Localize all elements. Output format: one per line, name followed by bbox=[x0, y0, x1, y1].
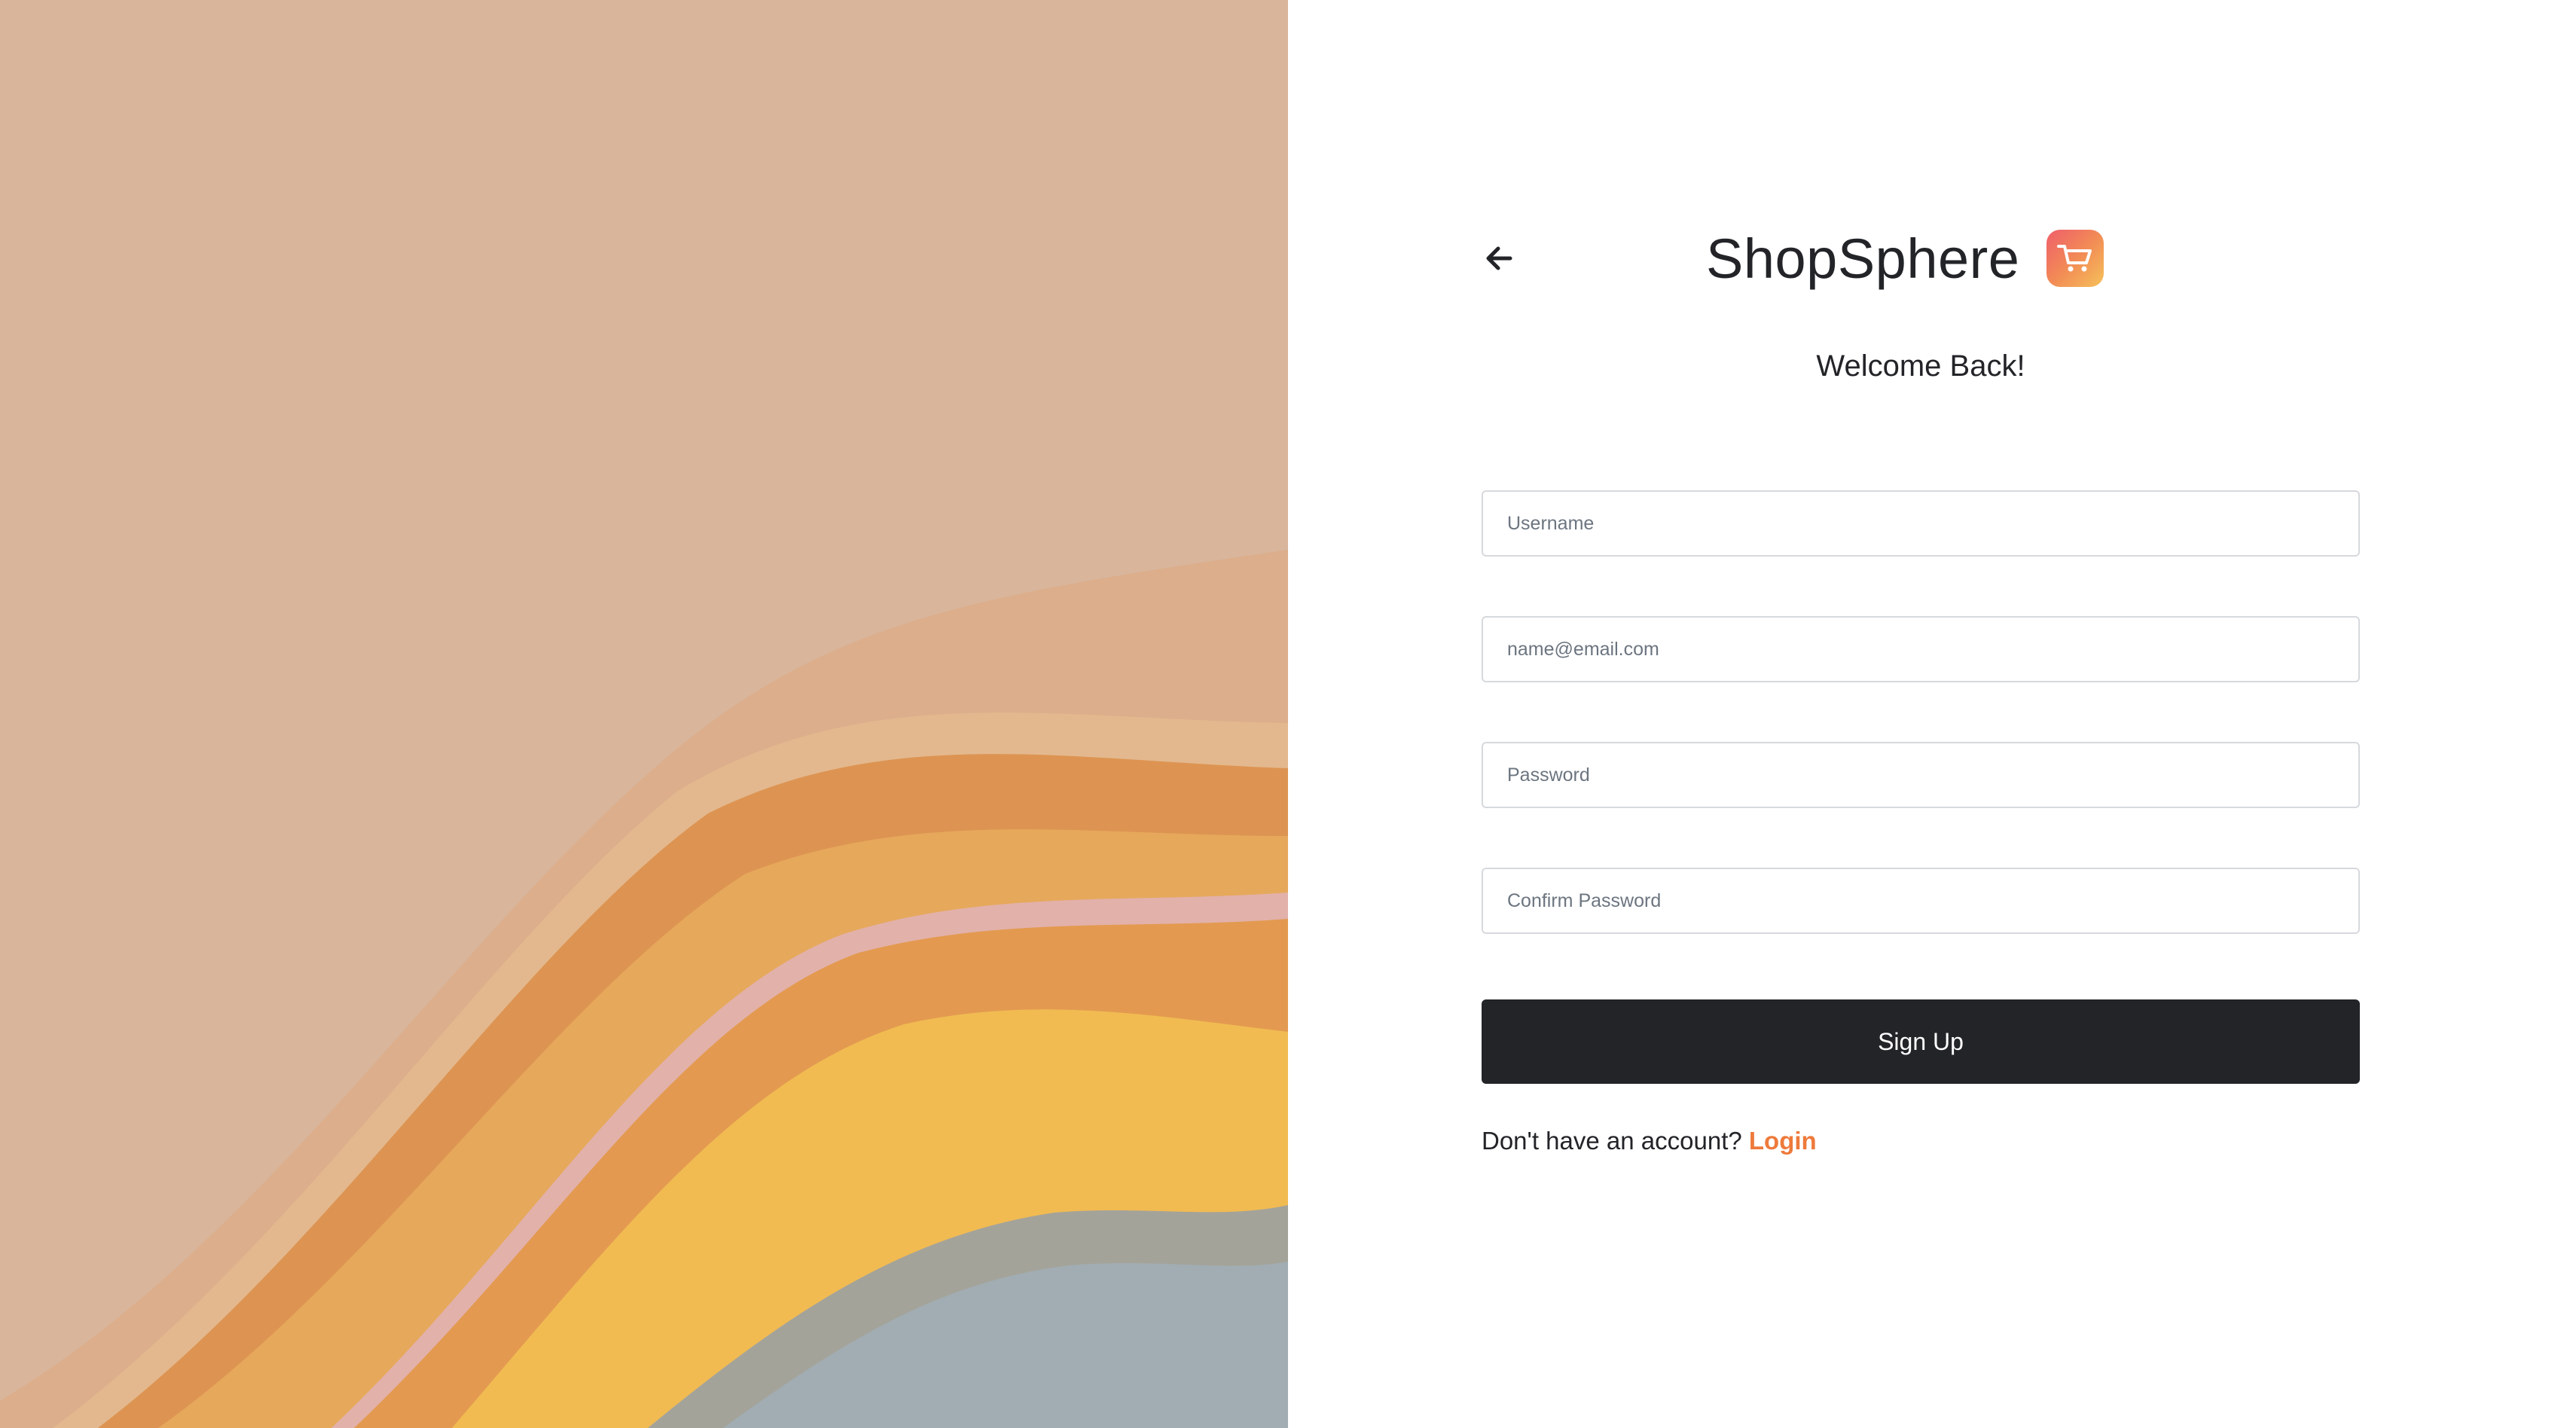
brand-header: ShopSphere bbox=[1706, 217, 2104, 300]
hero-artwork bbox=[0, 0, 1288, 1428]
welcome-heading: Welcome Back! bbox=[1816, 349, 2025, 383]
shopping-cart-icon bbox=[2046, 230, 2104, 287]
login-link[interactable]: Login bbox=[1749, 1127, 1817, 1155]
account-prompt-text: Don't have an account? bbox=[1482, 1127, 1742, 1155]
arrow-left-icon[interactable] bbox=[1480, 240, 1518, 277]
username-field[interactable] bbox=[1482, 490, 2360, 557]
password-field[interactable] bbox=[1482, 742, 2360, 808]
email-field[interactable] bbox=[1482, 616, 2360, 682]
wave-illustration bbox=[0, 0, 1288, 1428]
brand-name: ShopSphere bbox=[1706, 227, 2020, 290]
confirm-password-field[interactable] bbox=[1482, 868, 2360, 934]
sign-up-button[interactable]: Sign Up bbox=[1482, 999, 2360, 1084]
account-prompt-line: Don't have an account? Login bbox=[1482, 1127, 1817, 1155]
signup-panel: ShopSphere Welcome Back! Sign Up Don't h… bbox=[1288, 0, 2576, 1428]
